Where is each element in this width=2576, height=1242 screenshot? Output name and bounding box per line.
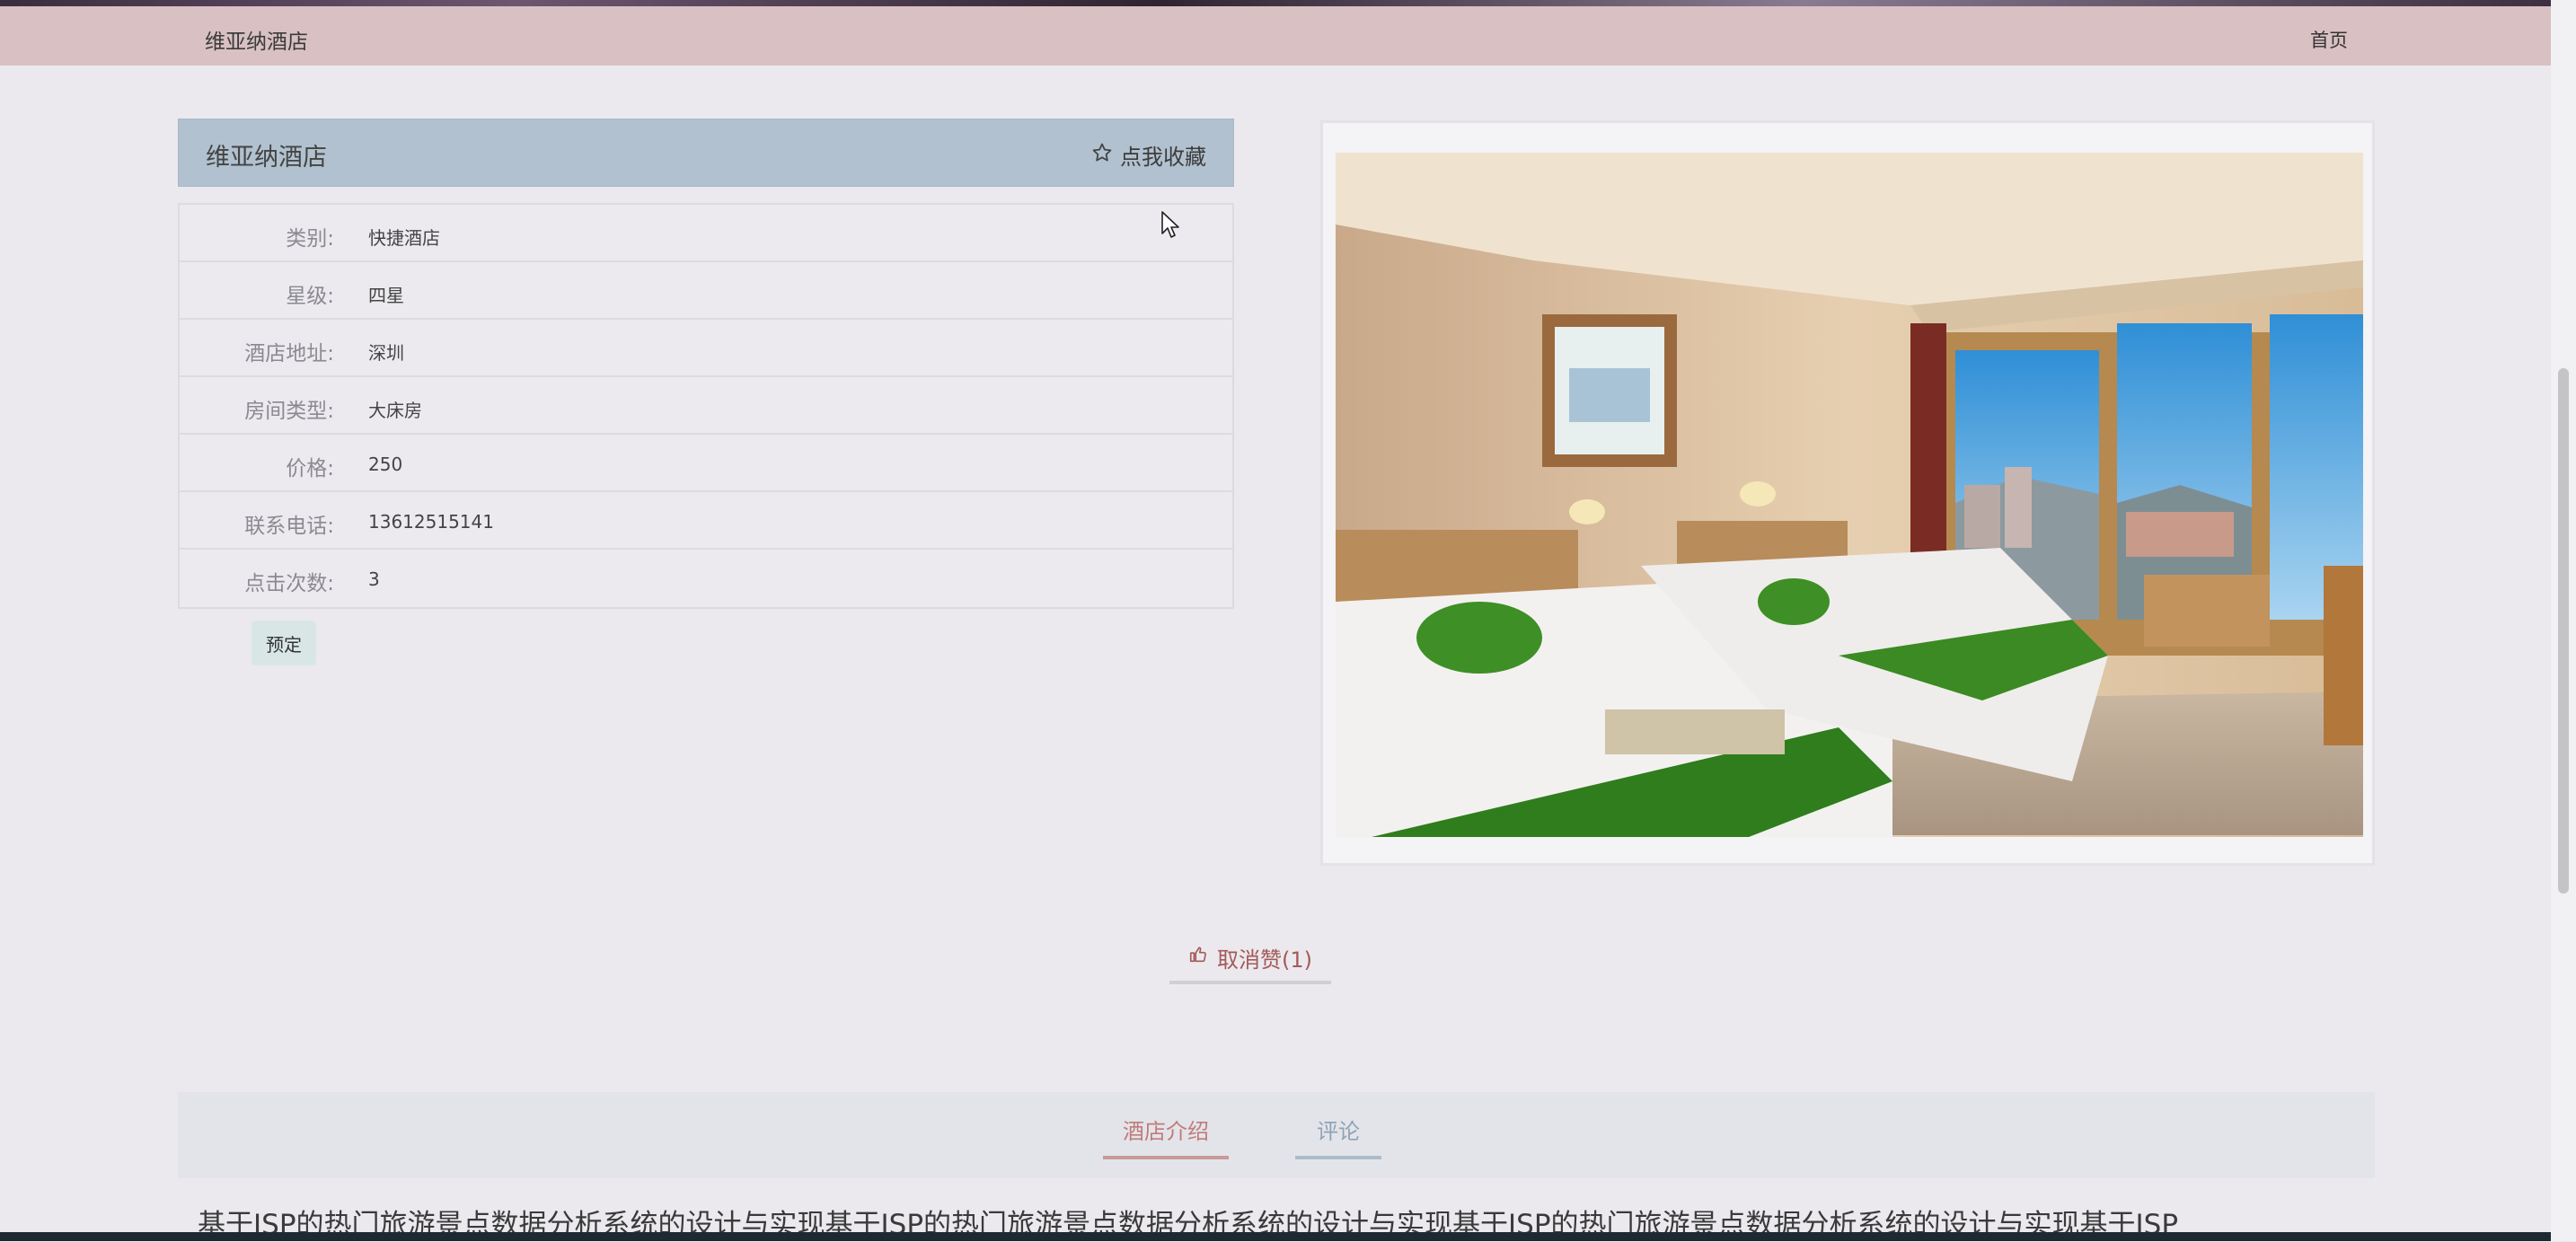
thumbs-up-icon bbox=[1188, 945, 1208, 970]
book-button[interactable]: 预定 bbox=[251, 621, 316, 665]
hotel-room-photo bbox=[1336, 153, 2363, 837]
info-row-phone: 联系电话: 13612515141 bbox=[180, 492, 1232, 550]
info-label: 星级: bbox=[286, 285, 334, 308]
tab-hotel-intro[interactable]: 酒店介绍 bbox=[1103, 1114, 1229, 1159]
favorite-label: 点我收藏 bbox=[1120, 145, 1206, 170]
info-value: 深圳 bbox=[368, 342, 404, 364]
hotel-panel-header: 维亚纳酒店 点我收藏 bbox=[178, 119, 1234, 187]
page-scrollbar[interactable] bbox=[2551, 0, 2576, 1241]
info-row-price: 价格: 250 bbox=[180, 435, 1232, 492]
tab-comments[interactable]: 评论 bbox=[1295, 1114, 1381, 1159]
info-row-category: 类别: 快捷酒店 bbox=[180, 205, 1232, 262]
favorite-button[interactable]: 点我收藏 bbox=[1091, 139, 1206, 171]
hotel-name: 维亚纳酒店 bbox=[206, 144, 327, 172]
unlike-button[interactable]: 取消赞(1) bbox=[1169, 934, 1331, 984]
info-value: 四星 bbox=[368, 285, 404, 306]
hotel-info-table: 类别: 快捷酒店 星级: 四星 酒店地址: 深圳 房间类型: 大床房 价格: 2… bbox=[178, 203, 1234, 609]
site-brand[interactable]: 维亚纳酒店 bbox=[205, 24, 308, 55]
taskbar-strip bbox=[0, 1232, 2576, 1241]
star-outline-icon bbox=[1091, 142, 1113, 169]
hotel-photo-frame bbox=[1320, 120, 2375, 866]
nav-home-link[interactable]: 首页 bbox=[2310, 26, 2348, 53]
info-label: 点击次数: bbox=[244, 572, 334, 595]
info-label: 酒店地址: bbox=[244, 342, 334, 366]
mouse-cursor-icon bbox=[1161, 211, 1179, 238]
info-row-stars: 星级: 四星 bbox=[180, 262, 1232, 320]
info-label: 类别: bbox=[286, 227, 334, 251]
info-row-clicks: 点击次数: 3 bbox=[180, 550, 1232, 607]
info-label: 房间类型: bbox=[244, 400, 334, 423]
info-value: 快捷酒店 bbox=[368, 227, 440, 249]
info-value: 13612515141 bbox=[368, 511, 494, 533]
info-row-address: 酒店地址: 深圳 bbox=[180, 320, 1232, 377]
info-value: 3 bbox=[368, 568, 380, 590]
window-top-strip bbox=[0, 0, 2576, 6]
info-value: 250 bbox=[368, 454, 403, 475]
info-row-room-type: 房间类型: 大床房 bbox=[180, 377, 1232, 435]
info-label: 联系电话: bbox=[244, 515, 334, 538]
top-navbar: 维亚纳酒店 首页 bbox=[0, 6, 2551, 66]
info-label: 价格: bbox=[286, 457, 334, 480]
detail-tabs: 酒店介绍 评论 bbox=[178, 1092, 2375, 1178]
info-value: 大床房 bbox=[368, 400, 422, 421]
scrollbar-thumb[interactable] bbox=[2558, 368, 2569, 894]
like-label: 取消赞(1) bbox=[1217, 947, 1312, 973]
